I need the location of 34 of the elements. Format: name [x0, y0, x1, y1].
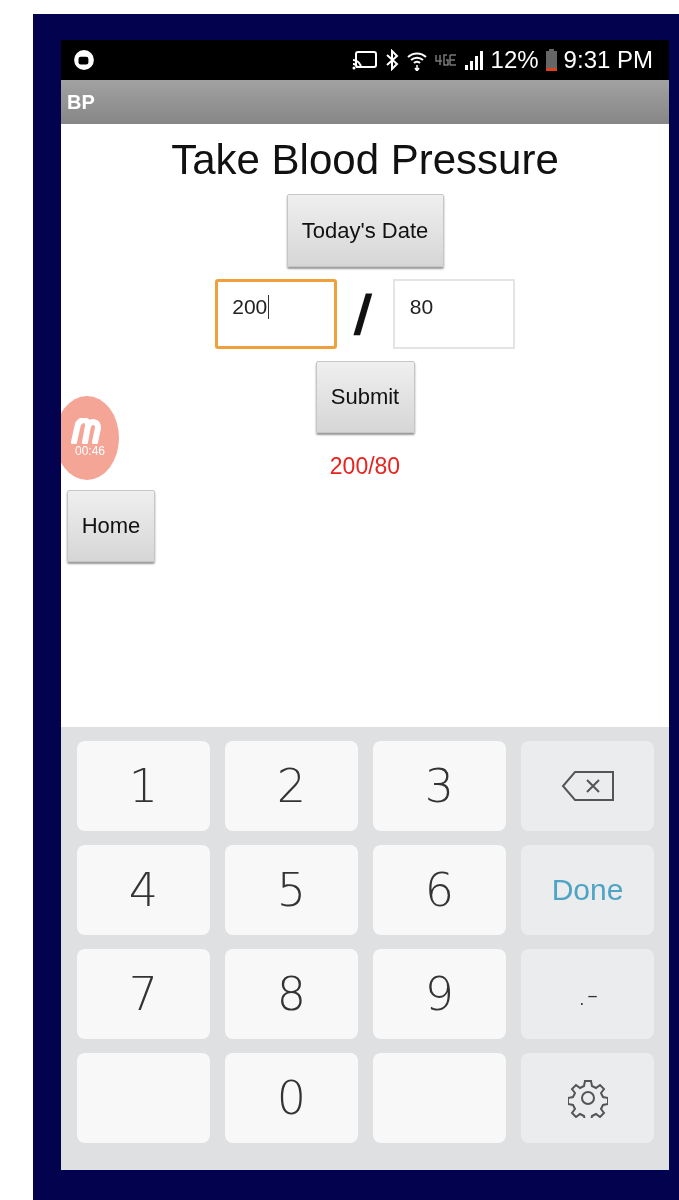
digit-key[interactable]: 2 — [225, 741, 358, 831]
slash-separator: / — [351, 281, 375, 347]
diastolic-field[interactable]: 80 — [392, 279, 515, 349]
wifi-icon — [405, 49, 428, 71]
digit-key[interactable]: 1 — [77, 741, 210, 831]
home-button[interactable]: Home — [67, 490, 155, 562]
digit-key[interactable]: 5 — [225, 845, 358, 935]
systolic-field[interactable]: 200 — [215, 279, 338, 349]
app-title: BP — [67, 90, 95, 114]
symbol-key[interactable]: .- — [521, 949, 654, 1039]
recording-time: 00:46 — [75, 444, 105, 458]
battery-percent: 12% — [490, 46, 539, 74]
clock-time: 9:31 PM — [563, 46, 653, 74]
digit-key[interactable]: 3 — [373, 741, 506, 831]
result-text: 200/80 — [329, 453, 401, 480]
bluetooth-icon — [384, 49, 399, 71]
signal-icon — [463, 50, 484, 70]
digit-key[interactable]: 4 — [77, 845, 210, 935]
todays-date-button[interactable]: Today's Date — [286, 194, 444, 267]
settings-key[interactable] — [521, 1053, 654, 1143]
notification-icon — [73, 49, 95, 71]
settings-icon — [567, 1078, 608, 1118]
page-heading: Take Blood Pressure — [171, 136, 559, 184]
submit-button[interactable]: Submit — [315, 361, 415, 433]
digit-key[interactable]: 9 — [373, 949, 506, 1039]
backspace-icon — [560, 770, 615, 802]
digit-key[interactable]: 6 — [373, 845, 506, 935]
backspace-key[interactable] — [521, 741, 654, 831]
digit-key[interactable]: 8 — [225, 949, 358, 1039]
network-type-icon — [434, 54, 457, 66]
digit-key[interactable]: 7 — [77, 949, 210, 1039]
digit-key[interactable]: 0 — [225, 1053, 358, 1143]
cast-icon — [351, 50, 378, 70]
battery-icon — [545, 49, 557, 71]
